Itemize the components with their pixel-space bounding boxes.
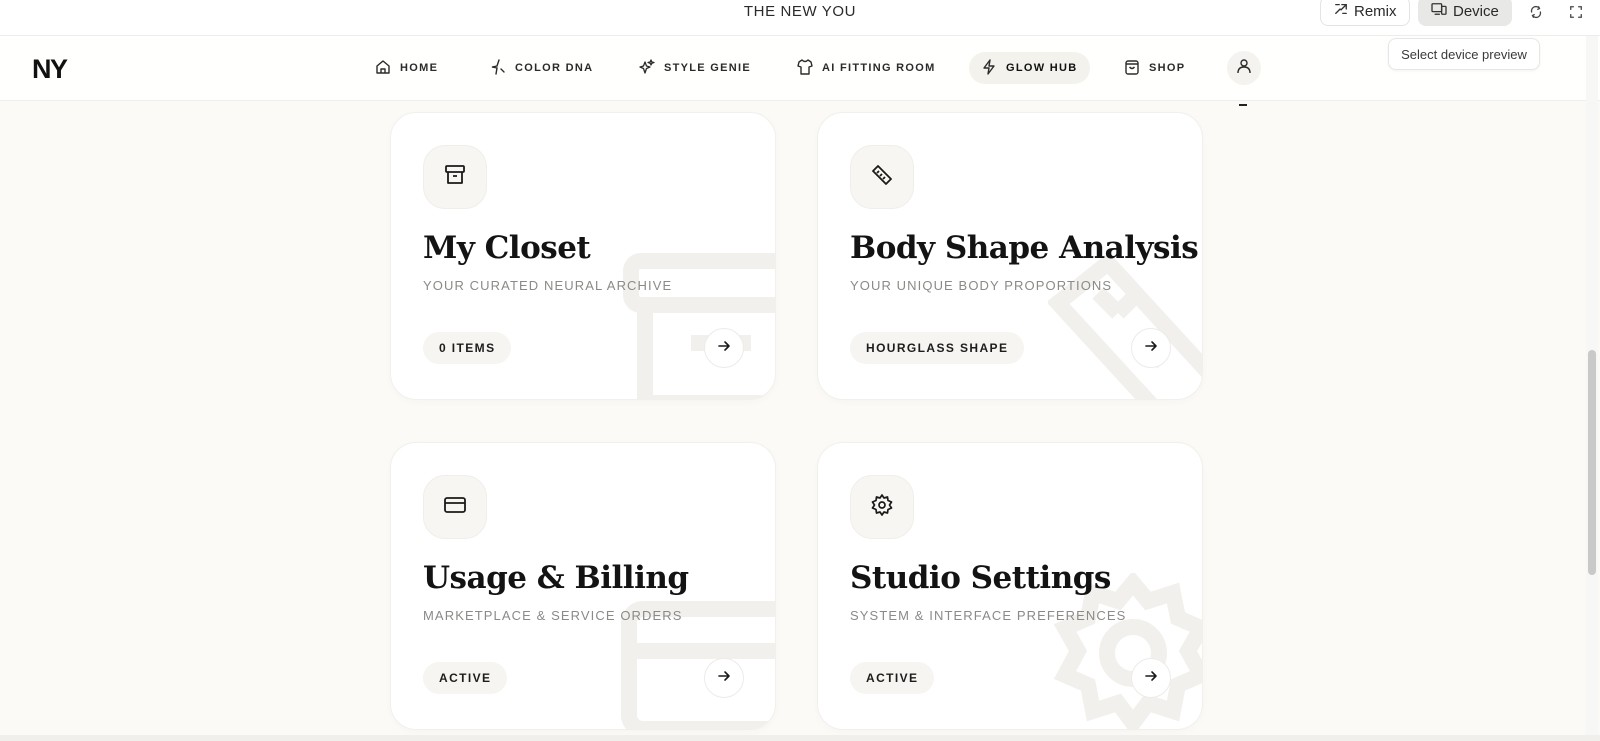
bottom-edge bbox=[0, 735, 1600, 741]
card-subtitle: YOUR UNIQUE BODY PROPORTIONS bbox=[850, 278, 1113, 293]
nav-item-ai-fitting-room[interactable]: AI FITTING ROOM bbox=[785, 52, 948, 84]
arrow-right-icon bbox=[1144, 339, 1158, 358]
card-my-closet[interactable]: My Closet YOUR CURATED NEURAL ARCHIVE 0 … bbox=[390, 112, 776, 400]
open-button[interactable] bbox=[1131, 658, 1171, 698]
device-label: Device bbox=[1453, 2, 1499, 20]
device-icon bbox=[1431, 2, 1447, 20]
card-title: Body Shape Analysis bbox=[850, 230, 1199, 266]
status-badge: 0 ITEMS bbox=[423, 332, 512, 364]
card-usage-billing[interactable]: Usage & Billing MARKETPLACE & SERVICE OR… bbox=[390, 442, 776, 730]
ruler-watermark-icon bbox=[1048, 253, 1202, 399]
arrow-right-icon bbox=[717, 339, 731, 358]
fullscreen-icon[interactable] bbox=[1566, 2, 1586, 22]
profile-button[interactable] bbox=[1227, 51, 1261, 85]
ruler-icon bbox=[870, 163, 894, 192]
remix-button[interactable]: Remix bbox=[1320, 0, 1410, 26]
card-body-shape-analysis[interactable]: Body Shape Analysis YOUR UNIQUE BODY PRO… bbox=[817, 112, 1203, 400]
stars-icon bbox=[639, 58, 655, 78]
nav-item-label: AI FITTING ROOM bbox=[822, 62, 936, 74]
archive-icon bbox=[443, 163, 467, 192]
card-title: Usage & Billing bbox=[423, 560, 689, 596]
main-navbar: NY HOME COLOR DNA STYLE GENIE AI FITTING… bbox=[0, 36, 1600, 101]
card-title: Studio Settings bbox=[850, 560, 1111, 596]
sparkle-icon bbox=[490, 58, 506, 78]
status-badge: HOURGLASS SHAPE bbox=[850, 332, 1025, 364]
brand-logo[interactable]: NY bbox=[32, 54, 68, 85]
device-tooltip: Select device preview bbox=[1388, 38, 1540, 70]
open-button[interactable] bbox=[704, 658, 744, 698]
open-button[interactable] bbox=[704, 328, 744, 368]
nav-item-shop[interactable]: SHOP bbox=[1112, 52, 1197, 84]
status-badge: ACTIVE bbox=[850, 662, 935, 694]
bag-icon bbox=[1124, 59, 1140, 78]
refresh-icon[interactable] bbox=[1526, 2, 1546, 22]
remix-label: Remix bbox=[1354, 2, 1397, 20]
gear-icon bbox=[870, 493, 894, 522]
card-title: My Closet bbox=[423, 230, 591, 266]
remix-icon bbox=[1334, 2, 1348, 20]
nav-item-label: GLOW HUB bbox=[1006, 62, 1078, 74]
card-icon-box bbox=[850, 475, 914, 539]
device-button[interactable]: Device bbox=[1418, 0, 1512, 26]
home-icon bbox=[375, 59, 391, 78]
card-icon-box bbox=[423, 145, 487, 209]
user-icon bbox=[1236, 58, 1252, 79]
nav-item-label: COLOR DNA bbox=[515, 62, 594, 74]
open-button[interactable] bbox=[1131, 328, 1171, 368]
profile-indicator bbox=[1239, 104, 1247, 106]
card-icon-box bbox=[423, 475, 487, 539]
card-subtitle: YOUR CURATED NEURAL ARCHIVE bbox=[423, 278, 673, 293]
shirt-icon bbox=[797, 58, 813, 78]
nav-item-home[interactable]: HOME bbox=[363, 52, 450, 84]
nav-item-label: STYLE GENIE bbox=[664, 62, 752, 74]
nav-item-style-genie[interactable]: STYLE GENIE bbox=[627, 52, 763, 84]
card-studio-settings[interactable]: Studio Settings SYSTEM & INTERFACE PREFE… bbox=[817, 442, 1203, 730]
nav-item-color-dna[interactable]: COLOR DNA bbox=[478, 52, 605, 84]
card-subtitle: MARKETPLACE & SERVICE ORDERS bbox=[423, 608, 683, 623]
gear-watermark-icon bbox=[1053, 573, 1202, 729]
lightning-icon bbox=[981, 58, 997, 78]
credit-card-icon bbox=[443, 493, 467, 522]
preview-topbar: THE NEW YOU Remix Device bbox=[0, 0, 1600, 36]
card-subtitle: SYSTEM & INTERFACE PREFERENCES bbox=[850, 608, 1127, 623]
scrollbar-thumb[interactable] bbox=[1588, 350, 1596, 575]
card-icon-box bbox=[850, 145, 914, 209]
nav-item-label: SHOP bbox=[1149, 62, 1186, 74]
archive-watermark-icon bbox=[623, 253, 775, 399]
arrow-right-icon bbox=[717, 669, 731, 688]
arrow-right-icon bbox=[1144, 669, 1158, 688]
status-badge: ACTIVE bbox=[423, 662, 508, 694]
nav-item-glow-hub[interactable]: GLOW HUB bbox=[969, 52, 1090, 84]
nav-item-label: HOME bbox=[400, 62, 439, 74]
